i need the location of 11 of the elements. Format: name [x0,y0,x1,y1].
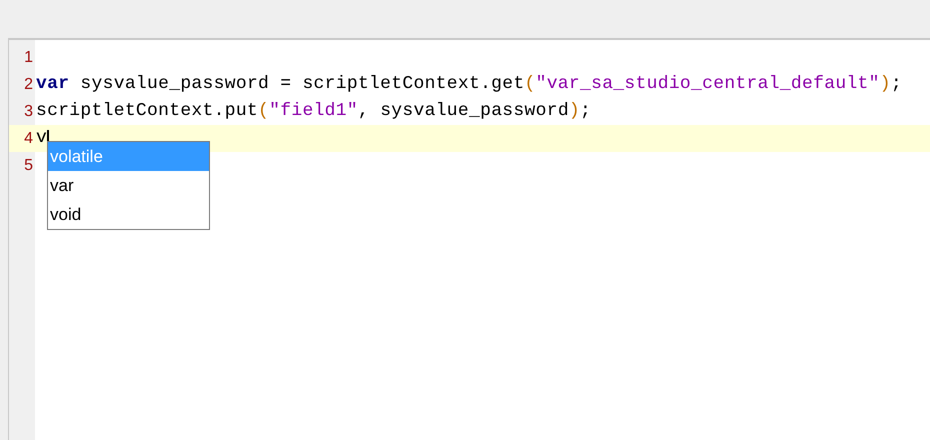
autocomplete-item[interactable]: var [48,171,209,200]
line-number: 3 [23,102,34,122]
line-number: 5 [23,156,34,176]
code-line: var sysvalue_password = scriptletContext.get("var_sa_studio_central_default"); [35,73,902,96]
autocomplete-item[interactable]: void [48,200,209,229]
line-number: 2 [23,74,34,94]
code-line: scriptletContext.put("field1", sysvalue_password); [35,100,592,123]
code-line: v [35,127,48,150]
code-editor[interactable]: 1 2 var sysvalue_password = scriptletContext.get("var_sa_studio_central_default"); 3 scriptletContext.put("field1", sysvalue_password); 4 v 5 volatile var void [8,38,930,440]
line-number: 1 [23,48,34,68]
line-number: 4 [23,128,34,148]
